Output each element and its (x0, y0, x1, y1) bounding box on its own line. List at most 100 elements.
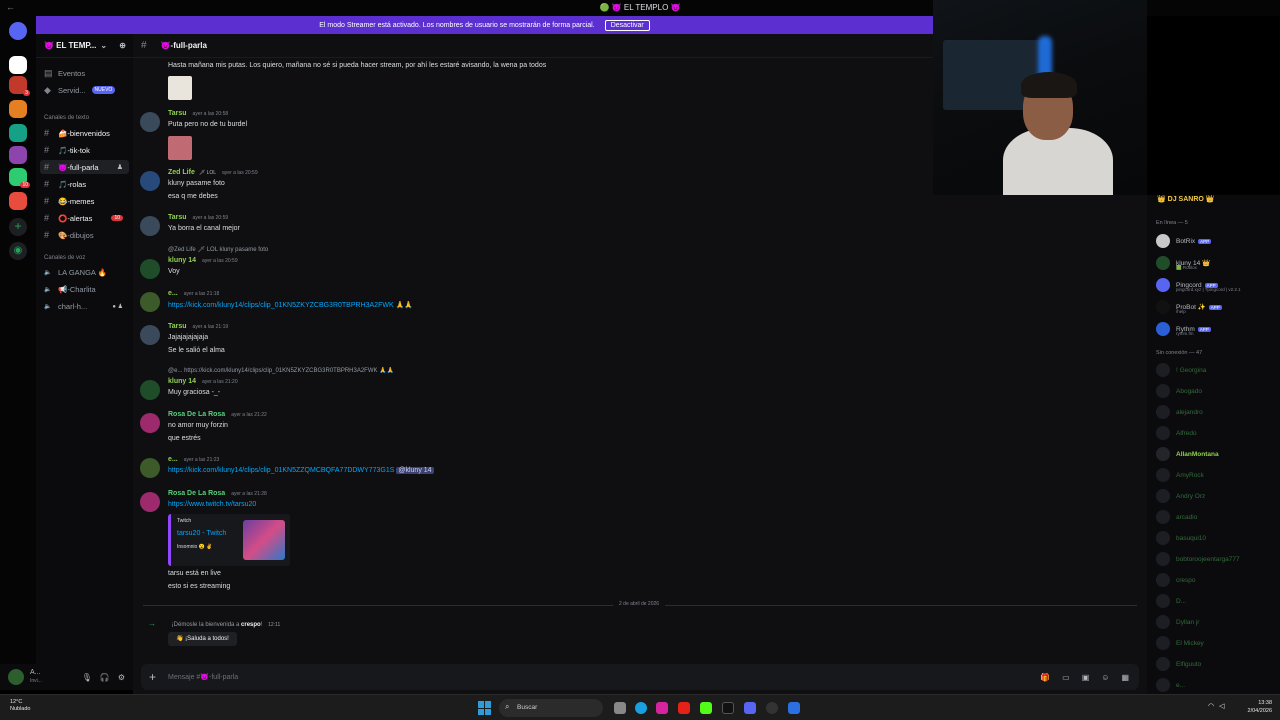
server-icon[interactable] (9, 146, 27, 164)
sticker-icon[interactable]: ▣ (1082, 673, 1090, 682)
message-link[interactable]: https://kick.com/kluny14/clips/clip_01KN… (168, 467, 394, 474)
member-offline[interactable]: El Mickey (1156, 635, 1276, 651)
member-offline[interactable]: alejandro (1156, 404, 1276, 420)
youtube-icon[interactable] (678, 702, 690, 714)
member-offline[interactable]: ! Georgina (1156, 362, 1276, 378)
avatar[interactable] (140, 292, 160, 312)
member-offline[interactable]: e... (1156, 677, 1276, 693)
apps-icon[interactable]: ▦ (1121, 673, 1129, 682)
member-online[interactable]: BotRix APP (1156, 233, 1276, 249)
member-online[interactable]: ProBot ✨ APP/help (1156, 299, 1276, 315)
server-icon[interactable] (9, 56, 27, 74)
author-name[interactable]: Rosa De La Rosa (168, 411, 225, 418)
avatar[interactable] (140, 413, 160, 433)
member-offline[interactable]: AllanMontana (1156, 446, 1276, 462)
image-attachment[interactable] (168, 76, 192, 100)
windows-start-icon[interactable] (478, 701, 492, 715)
text-channel[interactable]: # 🎵-rolas (40, 177, 129, 191)
avatar[interactable] (8, 669, 24, 685)
text-channel[interactable]: # ⭕-alertas 10 (40, 211, 129, 225)
voice-channel[interactable]: 🔈 LA GANGA 🔥 (40, 265, 129, 279)
wave-button[interactable]: 👋 ¡Saluda a todos! (168, 632, 237, 646)
server-icon[interactable] (9, 192, 27, 210)
system-tray[interactable]: ◠ ◁ (1208, 702, 1225, 710)
author-name[interactable]: kluny 14 (168, 257, 196, 264)
member-online[interactable]: Rythm APP rythm.fm (1156, 321, 1276, 337)
avatar[interactable] (140, 259, 160, 279)
wifi-icon[interactable]: ◠ (1208, 702, 1214, 710)
member-offline[interactable]: D... (1156, 593, 1276, 609)
author-name[interactable]: Tarsu (168, 110, 187, 117)
author-name[interactable]: Tarsu (168, 214, 187, 221)
volume-icon[interactable]: ◁ (1219, 702, 1224, 710)
instagram-icon[interactable] (656, 702, 668, 714)
image-attachment[interactable] (168, 136, 192, 160)
avatar[interactable] (140, 492, 160, 512)
message-composer[interactable]: + Mensaje #👿-full-parla 🎁 ▭ ▣ ☺ ▦ (141, 664, 1139, 690)
app-icon[interactable] (788, 702, 800, 714)
avatar[interactable] (140, 380, 160, 400)
events-item[interactable]: ▤ Eventos (40, 66, 129, 80)
reply-reference[interactable]: @e... https://kick.com/kluny14/clips/cli… (168, 367, 394, 374)
explore-servers-icon[interactable]: ◉ (9, 242, 27, 260)
voice-channel[interactable]: 🔈 charl-h... ● ♟ (40, 299, 129, 313)
tiktok-icon[interactable] (722, 702, 734, 714)
weather-widget[interactable]: 12°C Nublado (10, 699, 31, 713)
server-icon[interactable]: 10 (9, 168, 30, 188)
file-explorer-icon[interactable] (614, 702, 626, 714)
avatar[interactable] (140, 325, 160, 345)
avatar[interactable] (140, 112, 160, 132)
member-offline[interactable]: crespo (1156, 572, 1276, 588)
gear-icon[interactable]: ⚙ (118, 673, 125, 682)
message-link[interactable]: https://kick.com/kluny14/clips/clip_01KN… (168, 302, 413, 309)
author-name[interactable]: Zed Life (168, 169, 195, 176)
embed-thumbnail[interactable] (243, 520, 285, 560)
member-offline[interactable]: Dyllan jr (1156, 614, 1276, 630)
link-embed[interactable]: Twitch tarsu20 - Twitch Insomnio 😮 ✌ (168, 514, 290, 566)
server-icon[interactable] (9, 100, 27, 118)
discord-home-icon[interactable] (9, 22, 27, 40)
text-channel[interactable]: # 👿-full-parla ♟ (40, 160, 129, 174)
server-header[interactable]: 👿 EL TEMP... ⌄ ⊕ (36, 34, 133, 58)
user-mention[interactable]: @kluny 14 (396, 467, 434, 474)
text-channel[interactable]: # 🍰-bienvenidos (40, 126, 129, 140)
message-link[interactable]: https://www.twitch.tv/tarsu20 (168, 501, 256, 508)
headphones-icon[interactable]: 🎧 (100, 673, 110, 682)
author-name[interactable]: kluny 14 (168, 378, 196, 385)
member-online[interactable]: Pingcord APP pingcord.xyz | ?pingcord | v2… (1156, 277, 1276, 293)
deactivate-button[interactable]: Desactivar (604, 19, 650, 31)
discord-taskbar-icon[interactable] (744, 702, 756, 714)
taskbar-search[interactable]: ⌕ Buscar (499, 699, 603, 717)
server-directory-item[interactable]: ◆ Servid... NUEVO (40, 83, 129, 97)
member-offline[interactable]: Andry Orz (1156, 488, 1276, 504)
person-add-icon[interactable]: ⊕ (119, 41, 126, 50)
author-name[interactable]: Rosa De La Rosa (168, 490, 225, 497)
member-offline[interactable]: Elfiguuto (1156, 656, 1276, 672)
kick-icon[interactable] (700, 702, 712, 714)
member-offline[interactable]: basuqui10 (1156, 530, 1276, 546)
message-input[interactable]: Mensaje #👿-full-parla (168, 673, 238, 681)
member-offline[interactable]: Alfredo (1156, 425, 1276, 441)
text-channel[interactable]: # 🎨-dibujos (40, 228, 129, 242)
chat-bubble-icon[interactable]: ● ♟ (112, 303, 123, 310)
emoji-icon[interactable]: ☺ (1101, 673, 1109, 682)
member-offline[interactable]: Abogado (1156, 383, 1276, 399)
author-name[interactable]: e... (168, 290, 178, 297)
edge-icon[interactable] (635, 702, 647, 714)
embed-title[interactable]: tarsu20 - Twitch (177, 530, 226, 537)
reply-reference[interactable]: @Zed Life 🗡 LOL kluny pasame foto (168, 246, 268, 253)
add-member-icon[interactable]: ♟ (117, 163, 123, 171)
avatar[interactable] (140, 458, 160, 478)
member-offline[interactable]: AmyRock (1156, 467, 1276, 483)
avatar[interactable] (140, 216, 160, 236)
voice-channels-category[interactable]: Canales de voz (44, 255, 85, 261)
author-name[interactable]: Tarsu (168, 323, 187, 330)
gift-icon[interactable]: 🎁 (1040, 673, 1050, 682)
member-online[interactable]: kluny 14 👑 🟩 Roblox (1156, 255, 1276, 271)
author-name[interactable]: e... (168, 456, 178, 463)
microphone-icon[interactable]: 🎙 (82, 673, 92, 682)
add-server-icon[interactable]: + (9, 218, 27, 236)
member-offline[interactable]: arcadio (1156, 509, 1276, 525)
welcome-user[interactable]: crespo (241, 622, 261, 628)
clock[interactable]: 13:38 2/04/2026 (1242, 699, 1272, 715)
